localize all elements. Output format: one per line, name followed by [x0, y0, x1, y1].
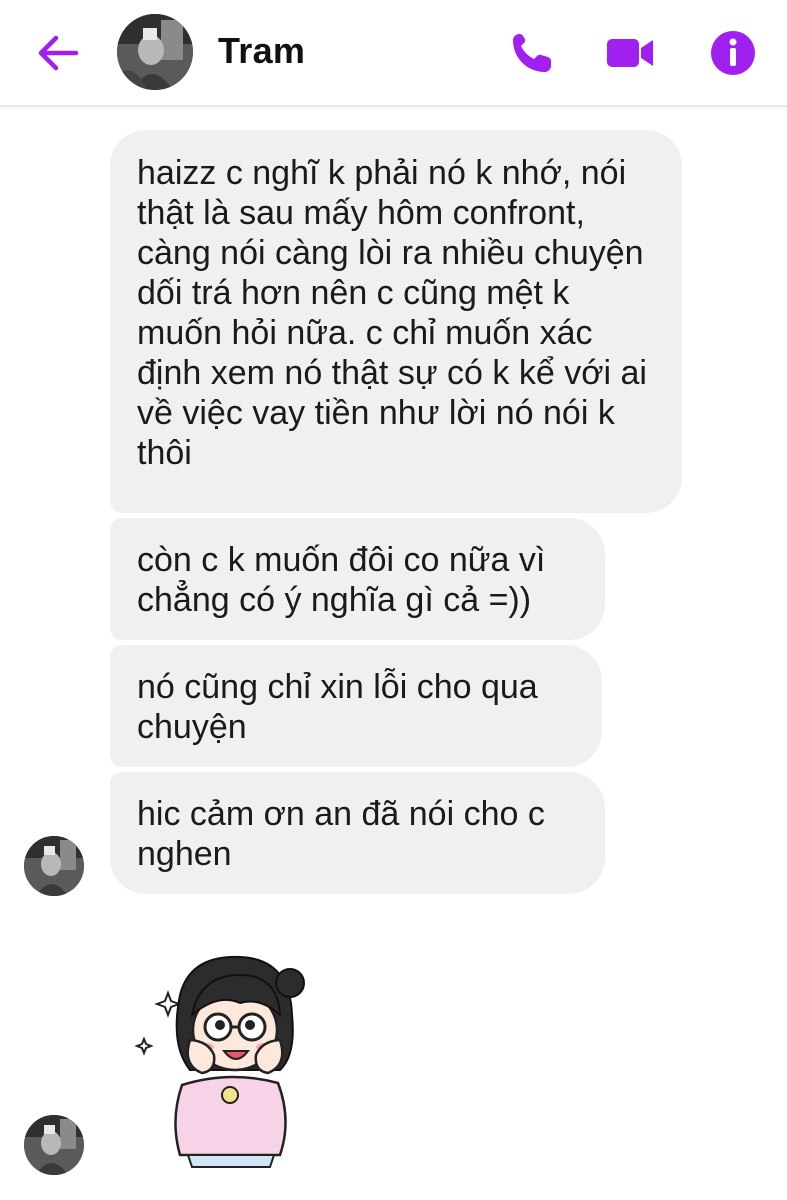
contact-avatar[interactable] [117, 14, 193, 90]
info-icon[interactable] [706, 26, 760, 80]
chat-header: Tram [0, 0, 787, 107]
message-bubble[interactable]: còn c k muốn đôi co nữa vì chẳng có ý ng… [110, 518, 605, 640]
back-arrow-icon[interactable] [30, 26, 84, 80]
girl-blushing-sticker[interactable] [130, 945, 310, 1170]
phone-icon[interactable] [505, 26, 559, 80]
sender-avatar[interactable] [24, 836, 84, 896]
message-bubble[interactable]: nó cũng chỉ xin lỗi cho qua chuyện [110, 645, 602, 767]
contact-name[interactable]: Tram [218, 30, 305, 72]
message-bubble[interactable]: haizz c nghĩ k phải nó k nhớ, nói thật l… [110, 130, 682, 513]
sender-avatar[interactable] [24, 1115, 84, 1175]
video-camera-icon[interactable] [603, 26, 657, 80]
message-bubble[interactable]: hic cảm ơn an đã nói cho c nghen [110, 772, 605, 894]
